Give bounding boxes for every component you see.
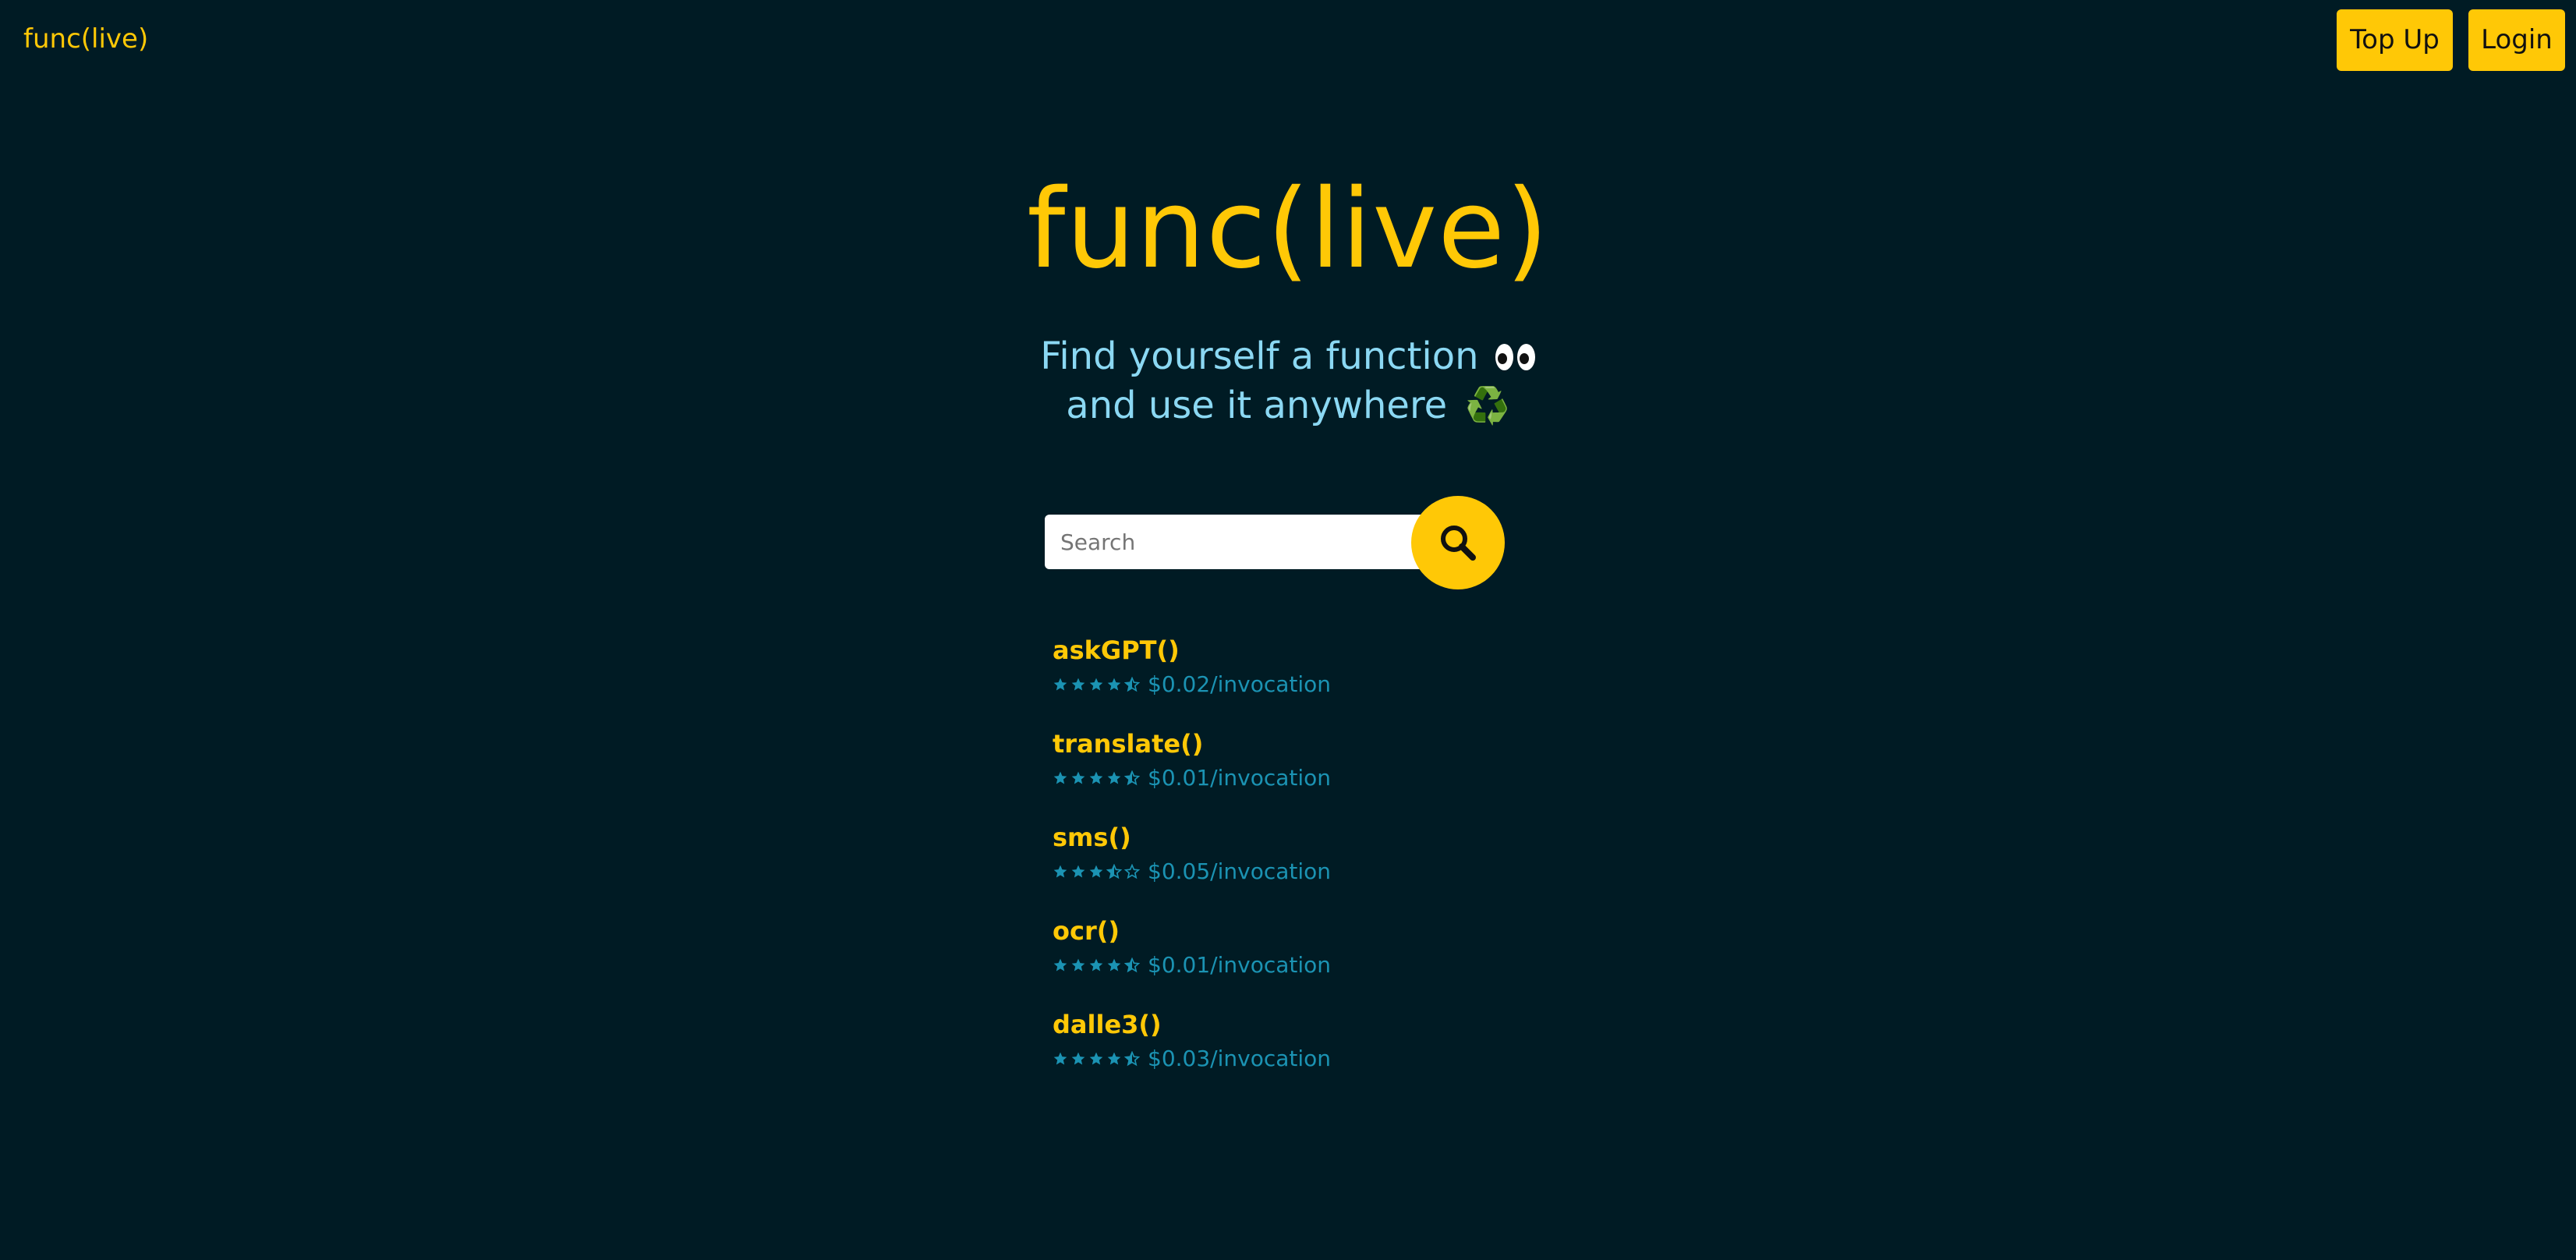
function-name-link[interactable]: ocr() xyxy=(1053,912,1598,950)
function-list-item: askGPT() $0.02/invocation xyxy=(1053,632,1598,725)
star-full-icon xyxy=(1053,865,1067,878)
hero-subtitle: Find yourself a function and use it anyw… xyxy=(0,332,2576,430)
star-full-icon xyxy=(1071,865,1085,878)
star-full-icon xyxy=(1053,1052,1067,1065)
star-empty-icon xyxy=(1124,864,1140,880)
star-half-icon xyxy=(1124,770,1140,786)
search-button[interactable] xyxy=(1411,496,1505,589)
star-rating xyxy=(1053,677,1140,692)
search-input[interactable] xyxy=(1045,515,1442,569)
function-name-link[interactable]: askGPT() xyxy=(1053,632,1598,669)
star-full-icon xyxy=(1053,771,1067,784)
function-name-link[interactable]: translate() xyxy=(1053,725,1598,763)
function-price: $0.02/invocation xyxy=(1148,671,1332,697)
star-full-icon xyxy=(1071,678,1085,691)
search-bar xyxy=(1045,496,1505,589)
function-list-item: ocr() $0.01/invocation xyxy=(1053,912,1598,1006)
star-full-icon xyxy=(1107,771,1121,784)
star-half-icon xyxy=(1124,677,1140,692)
star-half-icon xyxy=(1106,864,1122,880)
login-button[interactable]: Login xyxy=(2468,9,2565,71)
star-full-icon xyxy=(1089,865,1103,878)
function-price: $0.03/invocation xyxy=(1148,1046,1332,1071)
function-price: $0.01/invocation xyxy=(1148,952,1332,978)
function-meta: $0.02/invocation xyxy=(1053,669,1598,700)
header-logo-link[interactable]: func(live) xyxy=(23,20,148,58)
star-full-icon xyxy=(1071,1052,1085,1065)
star-full-icon xyxy=(1107,958,1121,972)
top-up-button[interactable]: Top Up xyxy=(2337,9,2453,71)
function-meta: $0.01/invocation xyxy=(1053,763,1598,794)
subtitle-line-1-text: Find yourself a function xyxy=(1040,334,1479,378)
subtitle-line-1: Find yourself a function xyxy=(0,332,2576,381)
star-rating xyxy=(1053,957,1140,973)
function-list-item: dalle3() $0.03/invocation xyxy=(1053,1006,1598,1099)
star-full-icon xyxy=(1089,958,1103,972)
star-full-icon xyxy=(1107,1052,1121,1065)
function-price: $0.01/invocation xyxy=(1148,765,1332,791)
function-name-link[interactable]: sms() xyxy=(1053,819,1598,856)
function-list: askGPT() $0.02/invocation translate() $0.01… xyxy=(1053,632,1598,1099)
star-full-icon xyxy=(1053,958,1067,972)
star-full-icon xyxy=(1053,678,1067,691)
function-meta: $0.03/invocation xyxy=(1053,1043,1598,1074)
star-rating xyxy=(1053,770,1140,786)
star-full-icon xyxy=(1071,771,1085,784)
recycle-emoji-icon: ♻️ xyxy=(1465,384,1510,426)
function-list-item: translate() $0.01/invocation xyxy=(1053,725,1598,819)
star-full-icon xyxy=(1071,958,1085,972)
star-full-icon xyxy=(1089,1052,1103,1065)
subtitle-line-2-text: and use it anywhere xyxy=(1066,384,1448,427)
star-full-icon xyxy=(1089,771,1103,784)
star-half-icon xyxy=(1124,957,1140,973)
star-half-icon xyxy=(1124,1051,1140,1067)
function-meta: $0.05/invocation xyxy=(1053,856,1598,887)
function-meta: $0.01/invocation xyxy=(1053,950,1598,981)
function-price: $0.05/invocation xyxy=(1148,858,1332,884)
page: func(live) Top Up Login func(live) Find … xyxy=(0,0,2576,1260)
function-name-link[interactable]: dalle3() xyxy=(1053,1006,1598,1043)
subtitle-line-2: and use it anywhere ♻️ xyxy=(0,381,2576,430)
function-list-item: sms() $0.05/invocation xyxy=(1053,819,1598,912)
eyes-emoji-icon xyxy=(1495,344,1536,370)
star-rating xyxy=(1053,864,1140,880)
hero-title: func(live) xyxy=(1027,166,1549,293)
search-icon xyxy=(1441,526,1476,561)
star-full-icon xyxy=(1107,678,1121,691)
star-rating xyxy=(1053,1051,1140,1067)
star-full-icon xyxy=(1089,678,1103,691)
